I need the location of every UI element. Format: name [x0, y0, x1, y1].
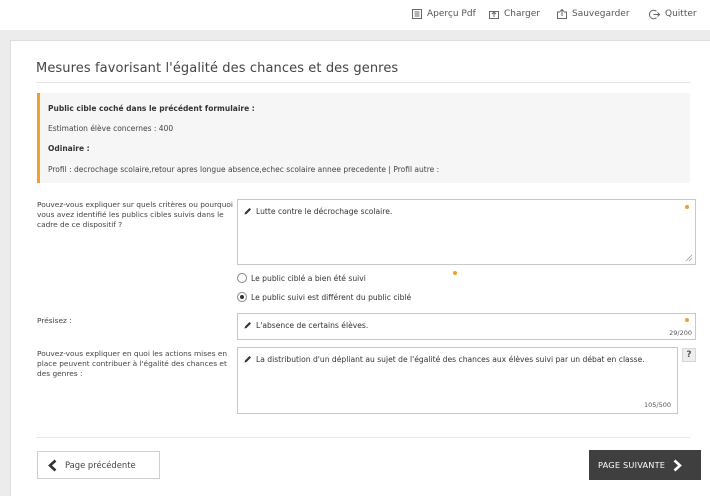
pencil-icon	[244, 356, 251, 363]
save-icon	[557, 9, 567, 19]
previous-page-label: Page précédente	[65, 460, 136, 470]
pdf-preview-label: Aperçu Pdf	[427, 9, 476, 19]
radio-public-different-label: Le public suivi est différent du public …	[251, 292, 412, 302]
question2-input[interactable]: L'absence de certains élèves. 29/200	[237, 313, 696, 340]
save-button[interactable]: Sauvegarder	[557, 6, 630, 22]
save-label: Sauvegarder	[572, 9, 630, 19]
info-category: Odinaire :	[48, 144, 90, 153]
resize-handle-icon[interactable]	[685, 254, 693, 262]
upload-icon	[489, 11, 499, 19]
section-title: Mesures favorisant l'égalité des chances…	[36, 61, 399, 76]
pencil-icon	[244, 208, 251, 215]
load-button[interactable]: Charger	[489, 6, 540, 22]
radio-button[interactable]	[237, 273, 247, 283]
pencil-icon	[244, 322, 251, 329]
character-counter: 29/200	[669, 329, 692, 337]
pdf-preview-button[interactable]: Aperçu Pdf	[412, 6, 476, 22]
radio-public-different[interactable]: Le public suivi est différent du public …	[237, 291, 411, 303]
character-counter: 105/500	[643, 401, 671, 409]
question3-textarea[interactable]: La distribution d'un dépliant au sujet d…	[237, 347, 678, 414]
radio-public-followed[interactable]: Le public ciblé a bien été suivi	[237, 272, 366, 284]
question1-textarea[interactable]: Lutte contre le décrochage scolaire.	[237, 199, 696, 265]
chevron-left-icon	[48, 459, 57, 471]
chevron-right-icon	[673, 459, 683, 471]
load-label: Charger	[504, 9, 540, 19]
pdf-preview-icon	[412, 9, 422, 19]
previous-page-button[interactable]: Page précédente	[37, 451, 160, 479]
question2-label: Présisez :	[37, 316, 72, 325]
top-toolbar: Aperçu Pdf Charger Sauvegarder Quitter	[0, 0, 710, 28]
question2-value: L'absence de certains élèves.	[256, 321, 369, 330]
required-indicator	[685, 205, 689, 209]
next-page-label: PAGE SUIVANTE	[598, 460, 666, 470]
quit-label: Quitter	[665, 9, 697, 19]
help-button[interactable]: ?	[682, 348, 696, 362]
question3-label: Pouvez-vous expliquer en quoi les action…	[37, 349, 228, 378]
radio-button-checked[interactable]	[237, 292, 247, 302]
title-divider	[36, 82, 690, 83]
question1-value: Lutte contre le décrochage scolaire.	[256, 207, 393, 216]
question1-label: Pouvez-vous expliquer sur quels critères…	[37, 200, 233, 229]
next-page-button[interactable]: PAGE SUIVANTE	[589, 450, 701, 480]
question3-value: La distribution d'un dépliant au sujet d…	[256, 355, 645, 364]
info-estimate: Estimation élève concernes : 400	[48, 124, 174, 133]
radio-public-followed-label: Le public ciblé a bien été suivi	[251, 273, 366, 283]
info-profile: Profil : decrochage scolaire,retour apre…	[48, 165, 440, 174]
info-heading: Public cible coché dans le précédent for…	[48, 104, 255, 113]
required-indicator	[453, 271, 457, 275]
quit-button[interactable]: Quitter	[649, 6, 697, 22]
required-indicator	[685, 318, 689, 322]
footer-divider	[36, 437, 690, 438]
logout-icon	[649, 9, 660, 19]
